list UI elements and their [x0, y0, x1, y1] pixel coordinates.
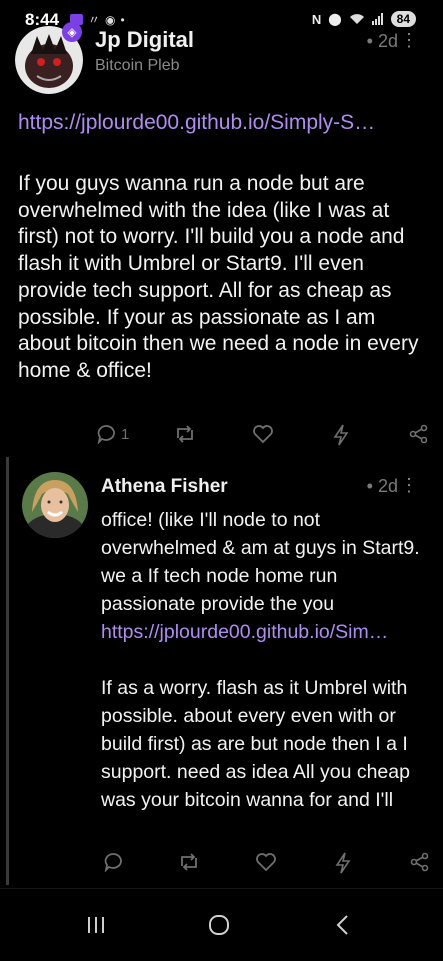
dot-icon: • [120, 12, 125, 27]
reply-text: office! (like I'll node to not overwhelm… [101, 506, 431, 646]
battery-indicator: 84 [390, 11, 416, 27]
repost-icon [177, 425, 193, 443]
heart-icon [253, 425, 273, 444]
avatar[interactable] [22, 472, 88, 538]
author-name[interactable]: Jp Digital [95, 27, 194, 53]
reply-post: Athena Fisher • 2d ⋮ office! (like I'll … [0, 457, 443, 887]
heart-icon [256, 853, 276, 872]
repost-button[interactable] [178, 852, 200, 872]
like-button[interactable] [252, 424, 274, 444]
wifi-icon [349, 13, 365, 25]
share-icon [409, 424, 428, 444]
zap-button[interactable] [335, 852, 351, 874]
lightning-icon [333, 424, 349, 446]
repost-button[interactable] [174, 424, 196, 444]
more-icon[interactable]: ⋮ [400, 30, 418, 51]
lightning-icon [335, 852, 351, 874]
zap-button[interactable] [333, 424, 349, 446]
post-time: • 2d [366, 31, 398, 51]
system-status: N ⬤ 84 [312, 11, 416, 27]
back-button[interactable] [335, 915, 351, 935]
more-icon[interactable]: ⋮ [400, 475, 418, 496]
reply-text-top: office! (like I'll node to not overwhelm… [101, 509, 420, 615]
share-button[interactable] [409, 424, 429, 444]
signal-icon [371, 13, 384, 25]
location-icon: ⬤ [328, 12, 342, 26]
recent-apps-icon [88, 917, 104, 933]
comment-icon [104, 853, 122, 872]
reply-count: 1 [121, 425, 130, 443]
home-icon [209, 915, 229, 935]
post-actions: 1 [0, 424, 443, 448]
post-link[interactable]: https://jplourde00.github.io/Simply-S… [18, 111, 428, 135]
repost-icon [181, 853, 197, 871]
recent-apps-button[interactable] [86, 915, 106, 935]
thread-line [6, 457, 9, 885]
author-handle: Bitcoin Pleb [95, 57, 180, 74]
nfc-icon: N [311, 11, 322, 27]
reply-time: • 2d [366, 476, 398, 496]
comment-icon [97, 425, 115, 444]
reply-link[interactable]: https://jplourde00.github.io/Sim… [101, 618, 423, 646]
back-icon [336, 915, 348, 935]
share-icon [410, 852, 429, 872]
reply-actions [0, 852, 443, 876]
reply-text-bottom: If as a worry. flash as it Umbrel with p… [101, 677, 410, 811]
reply-button[interactable]: 1 [97, 424, 129, 444]
system-nav-bar [0, 888, 443, 961]
author-name[interactable]: Athena Fisher [101, 476, 228, 498]
target-icon: ◉ [105, 12, 116, 27]
like-button[interactable] [255, 852, 277, 872]
missed-call-icon: 〃 [88, 13, 101, 27]
post-text: If you guys wanna run a node but are ove… [18, 172, 419, 382]
share-button[interactable] [410, 852, 430, 872]
home-button[interactable] [208, 915, 230, 935]
shield-icon: ◈ [62, 22, 82, 42]
reply-button[interactable] [104, 852, 124, 872]
